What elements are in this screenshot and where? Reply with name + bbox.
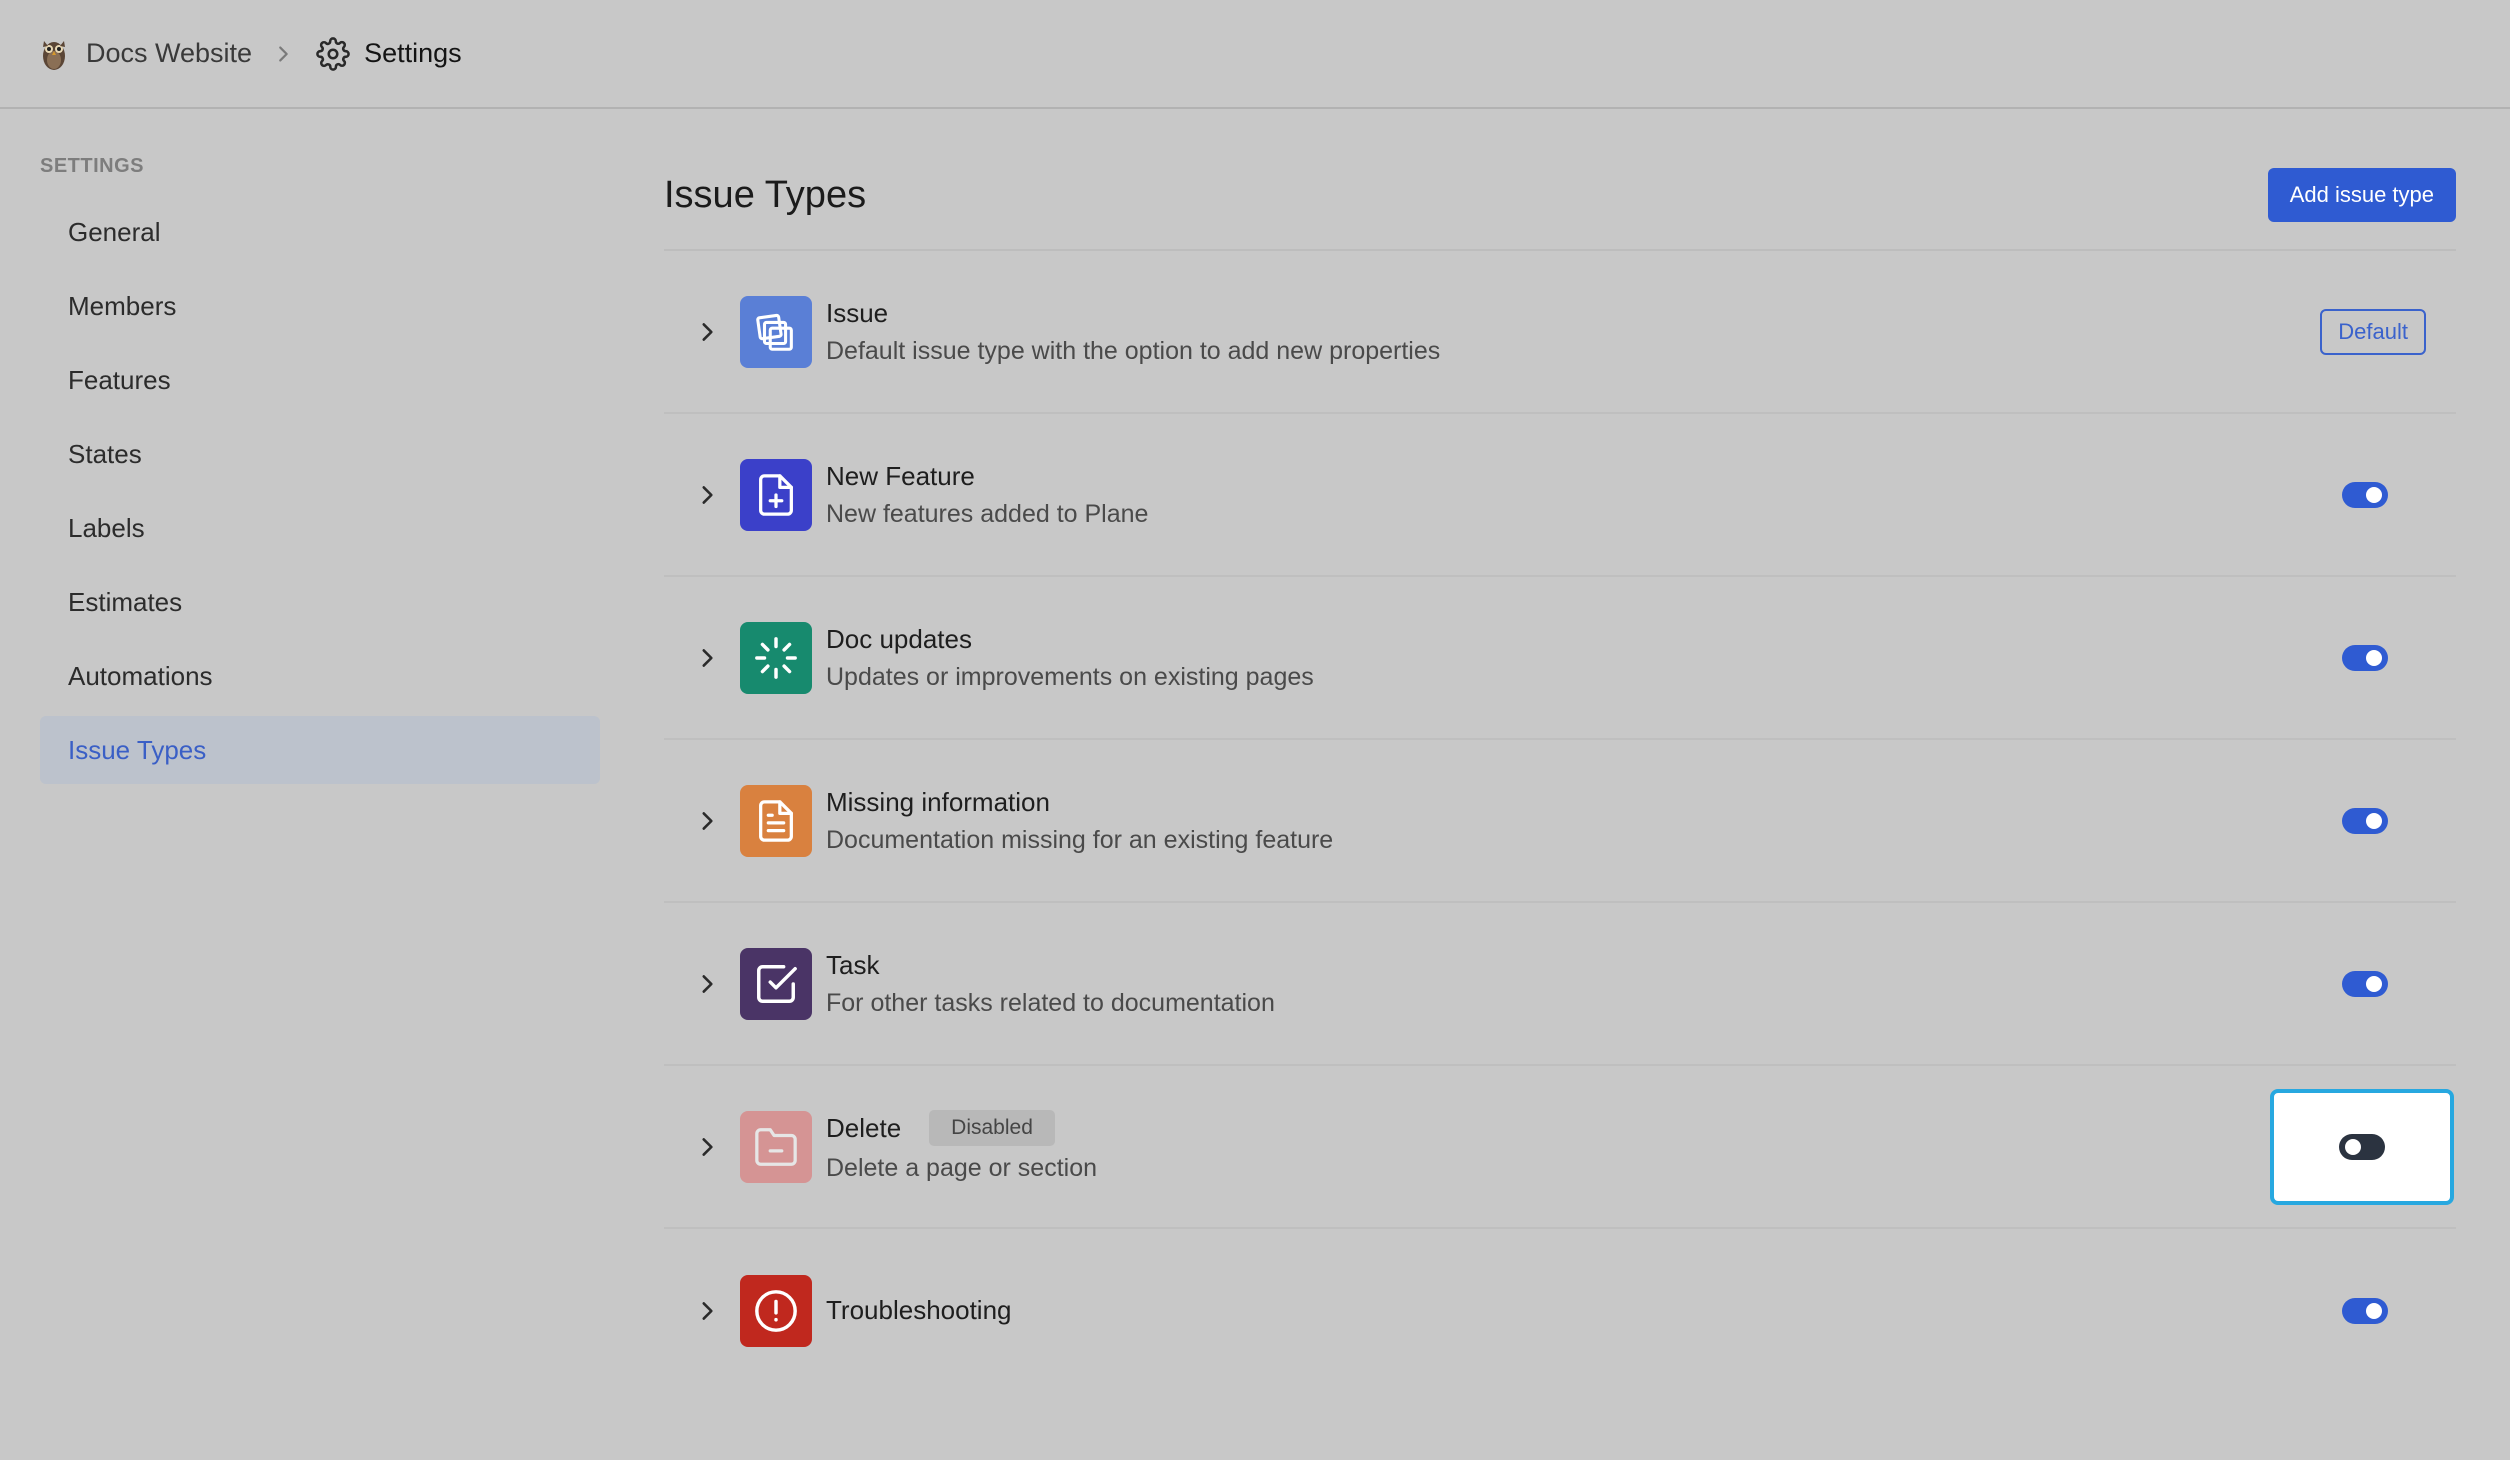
chevron-right-icon[interactable] <box>694 645 720 671</box>
sidebar-item-issue-types[interactable]: Issue Types <box>40 716 600 784</box>
chevron-right-icon <box>272 43 294 65</box>
main-header: Issue Types Add issue type <box>664 155 2456 251</box>
check-square-icon <box>740 947 812 1020</box>
breadcrumb-current: Settings <box>364 38 462 68</box>
enable-toggle[interactable] <box>2339 1133 2385 1160</box>
sidebar-item-states[interactable]: States <box>40 420 600 488</box>
enable-toggle[interactable] <box>2342 807 2388 834</box>
issue-type-description: For other tasks related to documentation <box>826 988 1275 1017</box>
default-badge: Default <box>2320 308 2426 355</box>
issue-type-row-task[interactable]: Task For other tasks related to document… <box>664 903 2456 1066</box>
chevron-right-icon[interactable] <box>694 482 720 508</box>
breadcrumb-project[interactable]: Docs Website <box>86 38 252 69</box>
sidebar-item-general[interactable]: General <box>40 198 600 266</box>
issue-type-title: Troubleshooting <box>826 1295 1012 1325</box>
file-text-icon <box>740 784 812 857</box>
focused-toggle-container <box>2270 1088 2454 1205</box>
disabled-badge: Disabled <box>929 1110 1055 1146</box>
loader-icon <box>740 621 812 694</box>
enable-toggle[interactable] <box>2342 1297 2388 1324</box>
sidebar-item-features[interactable]: Features <box>40 346 600 414</box>
issue-type-row-issue[interactable]: Issue Default issue type with the option… <box>664 251 2456 414</box>
issue-type-row-new-feature[interactable]: New Feature New features added to Plane <box>664 414 2456 577</box>
issue-type-row-missing-information[interactable]: Missing information Documentation missin… <box>664 740 2456 903</box>
stack-icon <box>740 295 812 368</box>
folder-minus-icon <box>740 1110 812 1183</box>
file-plus-icon <box>740 458 812 531</box>
sidebar-item-estimates[interactable]: Estimates <box>40 568 600 636</box>
alert-circle-icon <box>740 1274 812 1347</box>
issue-type-description: Default issue type with the option to ad… <box>826 336 1441 365</box>
main-content: Issue Types Add issue type Issue Default… <box>664 155 2456 1392</box>
sidebar-item-automations[interactable]: Automations <box>40 642 600 710</box>
issue-type-description: Updates or improvements on existing page… <box>826 662 1314 691</box>
chevron-right-icon[interactable] <box>694 319 720 345</box>
issue-type-row-delete[interactable]: Delete Disabled Delete a page or section <box>664 1066 2456 1229</box>
enable-toggle[interactable] <box>2342 481 2388 508</box>
project-logo-icon[interactable] <box>38 36 70 72</box>
chevron-right-icon[interactable] <box>694 971 720 997</box>
issue-type-description: Delete a page or section <box>826 1154 1098 1182</box>
top-bar: Docs Website Settings <box>0 0 2510 109</box>
issue-type-title: Missing information <box>826 786 1050 817</box>
issue-type-title: Issue <box>826 297 889 328</box>
gear-icon <box>316 36 350 71</box>
enable-toggle[interactable] <box>2342 644 2388 671</box>
chevron-right-icon[interactable] <box>694 1298 720 1324</box>
page-title: Issue Types <box>664 173 867 216</box>
sidebar-heading: SETTINGS <box>40 155 145 177</box>
issue-type-description: New features added to Plane <box>826 499 1149 528</box>
enable-toggle[interactable] <box>2342 970 2388 997</box>
issue-type-title: Doc updates <box>826 623 972 654</box>
issue-type-row-doc-updates[interactable]: Doc updates Updates or improvements on e… <box>664 577 2456 740</box>
sidebar-item-members[interactable]: Members <box>40 272 600 340</box>
issue-type-title: Delete <box>826 1112 902 1143</box>
issue-type-row-troubleshooting[interactable]: Troubleshooting <box>664 1229 2456 1392</box>
add-issue-type-button[interactable]: Add issue type <box>2267 168 2456 222</box>
sidebar-item-labels[interactable]: Labels <box>40 494 600 562</box>
issue-type-title: New Feature <box>826 460 975 491</box>
breadcrumb: Docs Website Settings <box>38 36 462 72</box>
issue-type-title: Task <box>826 949 880 980</box>
chevron-right-icon[interactable] <box>694 808 720 834</box>
chevron-right-icon[interactable] <box>694 1134 720 1160</box>
settings-sidebar: SETTINGS General Members Features States… <box>40 155 600 790</box>
issue-type-description: Documentation missing for an existing fe… <box>826 825 1334 854</box>
